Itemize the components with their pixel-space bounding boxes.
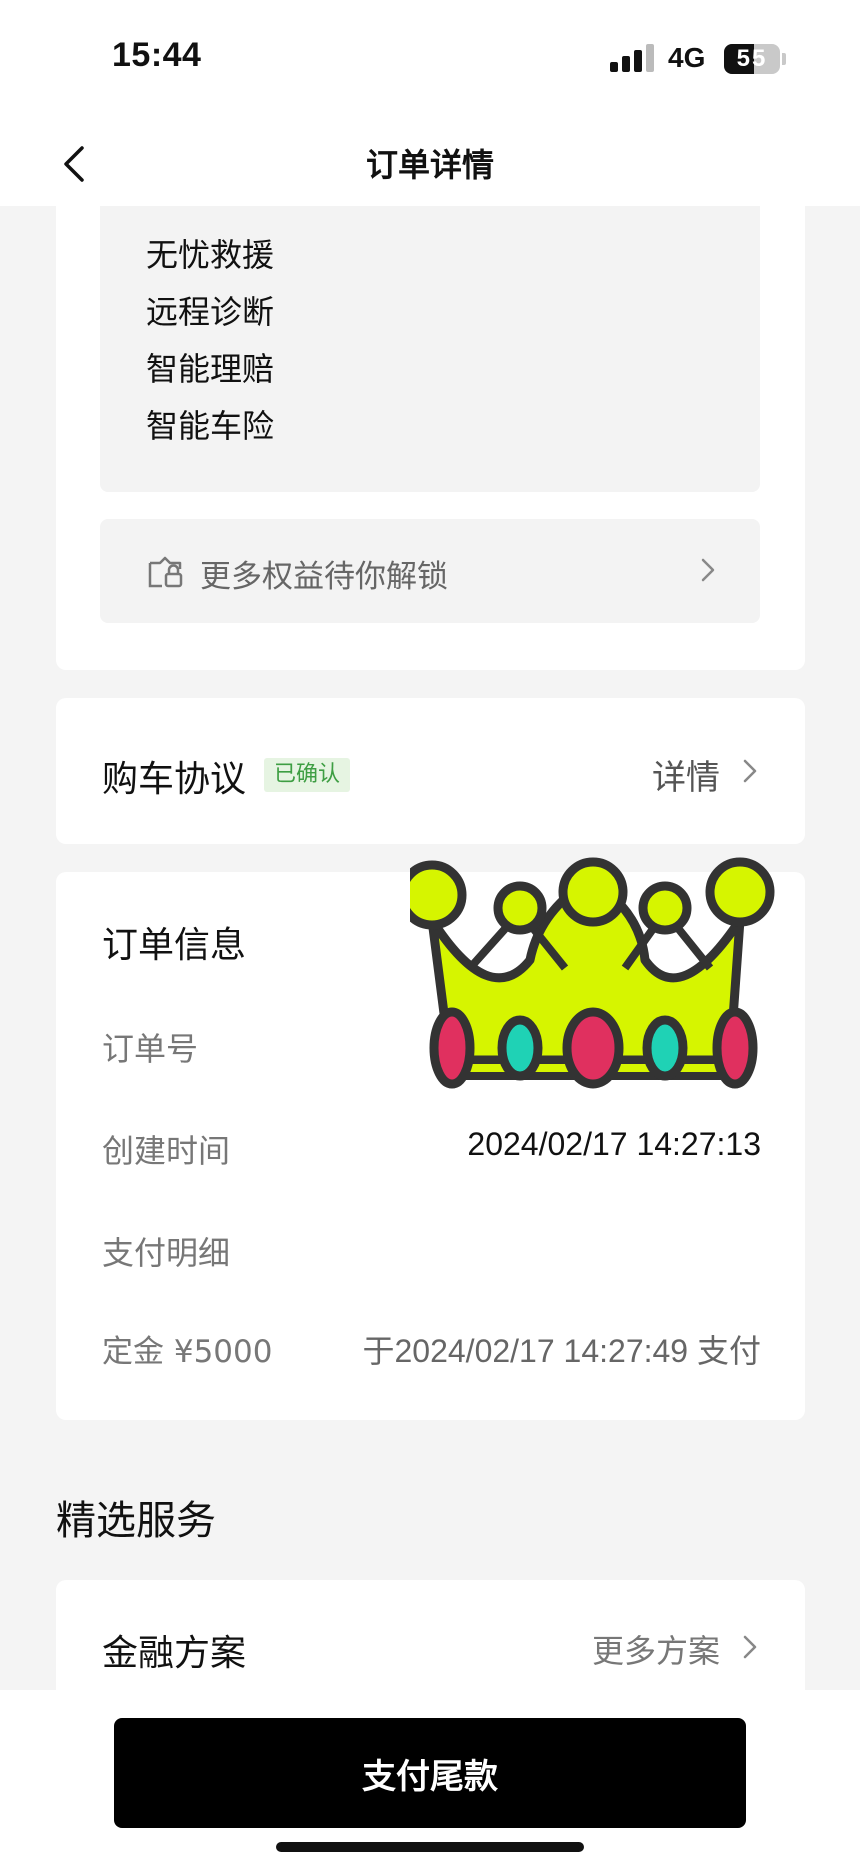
chevron-right-icon — [743, 759, 757, 783]
battery-cap — [782, 53, 786, 65]
unlock-benefits-row[interactable]: 更多权益待你解锁 — [100, 519, 760, 623]
pay-balance-button[interactable]: 支付尾款 — [114, 1718, 746, 1828]
chevron-right-icon — [743, 1635, 757, 1659]
more-plans-link[interactable]: 更多方案 — [592, 1626, 720, 1672]
benefits-list: 无忧救援 远程诊断 智能理赔 智能车险 — [100, 190, 760, 492]
benefit-item: 远程诊断 — [146, 293, 275, 331]
battery-icon: 55 — [724, 44, 780, 74]
status-badge: 已确认 — [264, 758, 351, 792]
order-number-label: 订单号 — [102, 1030, 199, 1068]
created-time-value: 2024/02/17 14:27:13 — [467, 1126, 761, 1162]
benefit-item: 智能车险 — [146, 407, 275, 445]
agreement-detail-link[interactable]: 详情 — [652, 750, 720, 799]
unlock-label: 更多权益待你解锁 — [200, 559, 448, 595]
bottom-bar: 支付尾款 — [0, 1690, 860, 1864]
network-type: 4G — [668, 42, 706, 73]
benefit-item: 智能理赔 — [146, 350, 275, 388]
gift-lock-icon — [148, 556, 183, 588]
signal-icon — [610, 44, 654, 72]
finance-label: 金融方案 — [102, 1633, 247, 1674]
chevron-right-icon — [701, 558, 715, 582]
deposit-paid-time: 于2024/02/17 14:27:49 支付 — [362, 1333, 761, 1369]
battery-level: 55 — [736, 45, 768, 72]
created-time-label: 创建时间 — [102, 1132, 231, 1170]
benefits-card: 无忧救援 远程诊断 智能理赔 智能车险 更多权益待你解锁 — [56, 190, 805, 670]
agreement-card[interactable]: 购车协议 已确认 详情 — [56, 698, 805, 844]
crown-sticker-icon — [410, 857, 775, 1089]
top-bar: 15:44 4G 55 订单详情 — [0, 0, 860, 206]
page-title: 订单详情 — [365, 146, 494, 184]
services-title: 精选服务 — [56, 1498, 216, 1544]
agreement-label: 购车协议 — [102, 759, 247, 800]
status-time: 15:44 — [112, 36, 202, 74]
order-info-title: 订单信息 — [102, 925, 247, 966]
deposit-amount: 定金 ¥5000 — [102, 1334, 273, 1370]
payment-detail-label: 支付明细 — [102, 1234, 231, 1272]
home-indicator — [276, 1842, 584, 1852]
benefit-item: 无忧救援 — [146, 236, 275, 274]
